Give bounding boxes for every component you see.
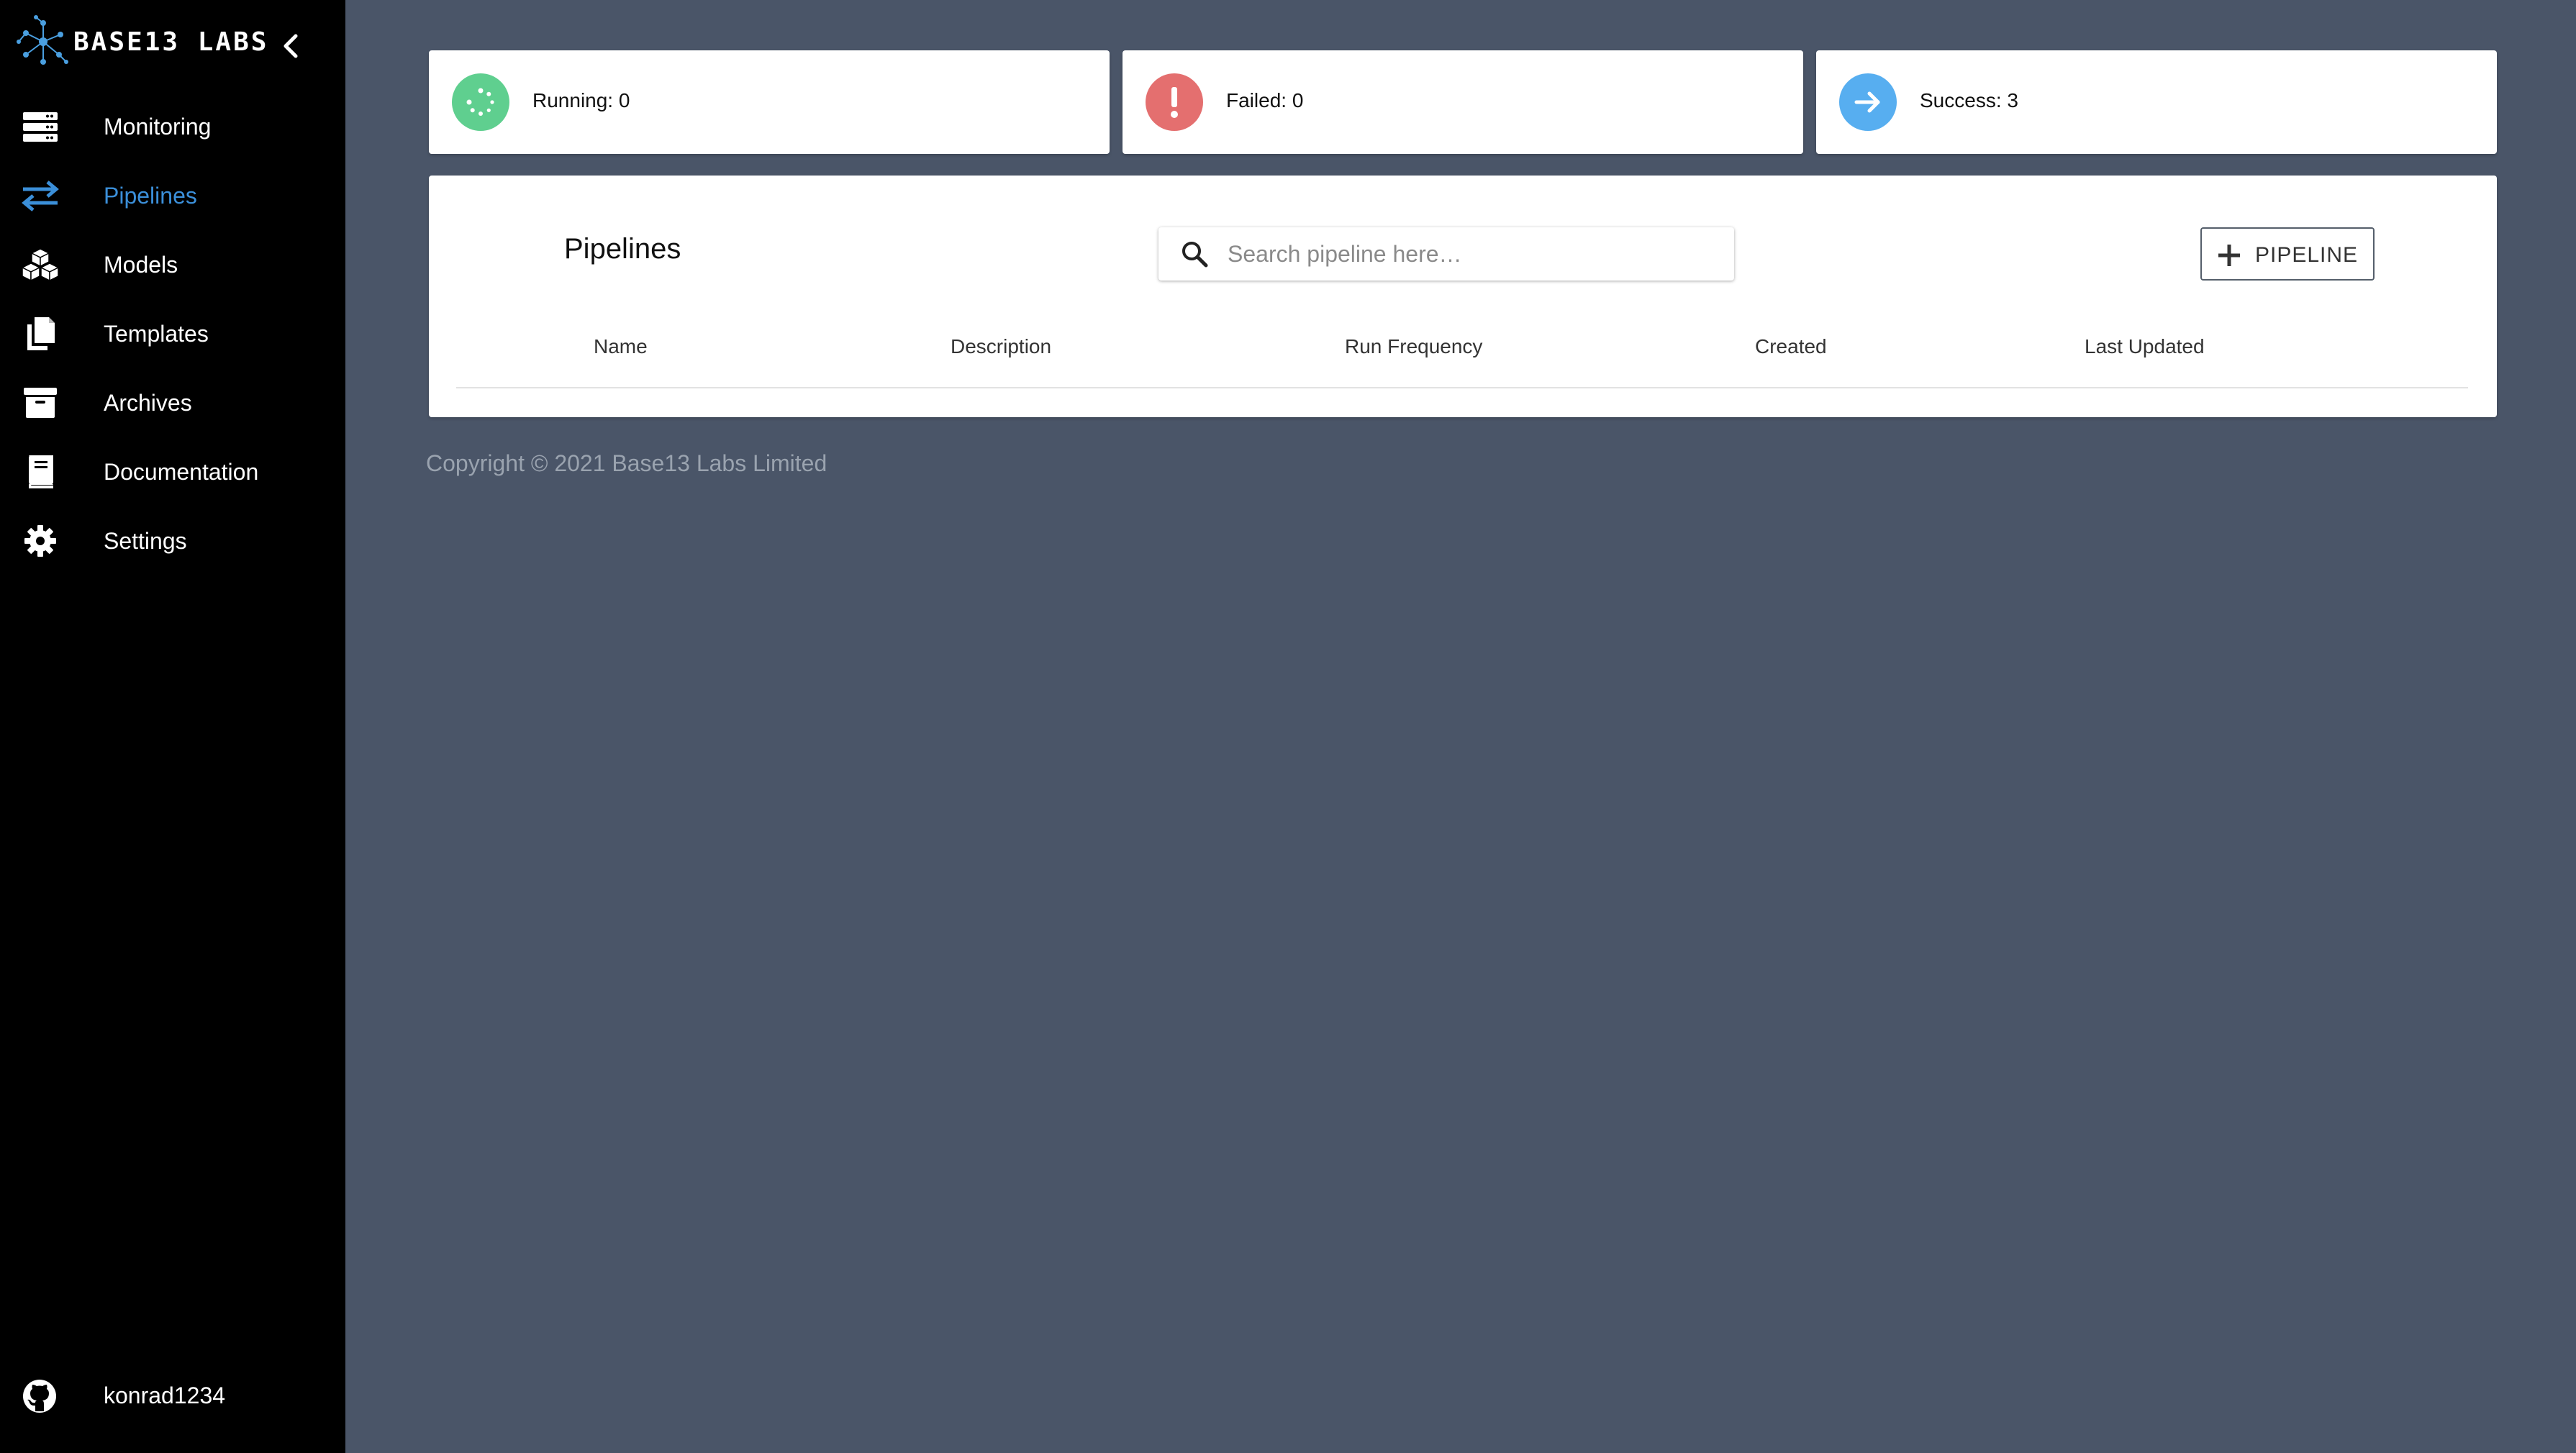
copyright-text: Copyright © 2021 Base13 Labs Limited bbox=[426, 450, 827, 476]
sidebar-item-label: Pipelines bbox=[104, 182, 197, 209]
chevron-left-icon bbox=[284, 34, 298, 58]
search-input[interactable] bbox=[1228, 227, 1717, 281]
sidebar-item-monitoring[interactable]: Monitoring bbox=[0, 92, 345, 161]
failed-count: Failed: 0 bbox=[1226, 89, 1304, 111]
cubes-icon bbox=[20, 247, 60, 282]
sidebar-item-label: Settings bbox=[104, 527, 187, 554]
running-count: Running: 0 bbox=[532, 89, 630, 111]
pipelines-panel: Pipelines PIPELINE Name Description Run … bbox=[429, 176, 2497, 417]
sidebar-item-archives[interactable]: Archives bbox=[0, 368, 345, 437]
sidebar-item-label: Monitoring bbox=[104, 113, 212, 140]
copy-icon bbox=[20, 316, 60, 351]
table-divider bbox=[456, 387, 2468, 388]
logo-icon bbox=[17, 15, 68, 65]
book-icon bbox=[20, 455, 60, 489]
search-box[interactable] bbox=[1158, 227, 1734, 281]
sidebar-item-label: Archives bbox=[104, 389, 192, 416]
arrow-right-icon bbox=[1839, 73, 1897, 131]
brand[interactable]: BASE13 LABS bbox=[14, 13, 268, 70]
github-icon bbox=[23, 1380, 56, 1413]
sidebar: BASE13 LABS Monitoring Pipelines Models … bbox=[0, 0, 345, 1453]
success-status-card: Success: 3 bbox=[1816, 50, 2497, 154]
username: konrad1234 bbox=[104, 1383, 226, 1408]
spinner-icon bbox=[452, 73, 509, 131]
collapse-sidebar-button[interactable] bbox=[272, 26, 309, 66]
exclamation-icon bbox=[1146, 73, 1203, 131]
server-icon bbox=[20, 109, 60, 144]
swap-arrows-icon bbox=[20, 178, 60, 213]
sidebar-item-settings[interactable]: Settings bbox=[0, 506, 345, 575]
add-pipeline-label: PIPELINE bbox=[2255, 243, 2359, 267]
column-header-description[interactable]: Description bbox=[951, 335, 1051, 358]
column-header-created[interactable]: Created bbox=[1755, 335, 1827, 358]
sidebar-item-label: Documentation bbox=[104, 458, 259, 485]
sidebar-item-label: Templates bbox=[104, 320, 209, 347]
search-icon bbox=[1182, 242, 1208, 268]
gear-icon bbox=[20, 524, 60, 558]
sidebar-item-pipelines[interactable]: Pipelines bbox=[0, 161, 345, 230]
sidebar-item-label: Models bbox=[104, 251, 178, 278]
running-status-card: Running: 0 bbox=[429, 50, 1110, 154]
add-pipeline-button[interactable]: PIPELINE bbox=[2200, 227, 2375, 281]
sidebar-item-documentation[interactable]: Documentation bbox=[0, 437, 345, 506]
success-count: Success: 3 bbox=[1920, 89, 2018, 111]
sidebar-item-templates[interactable]: Templates bbox=[0, 299, 345, 368]
failed-status-card: Failed: 0 bbox=[1123, 50, 1803, 154]
column-header-name[interactable]: Name bbox=[594, 335, 648, 358]
plus-icon bbox=[2218, 245, 2240, 266]
column-header-last-updated[interactable]: Last Updated bbox=[2085, 335, 2205, 358]
user-account[interactable]: konrad1234 bbox=[0, 1361, 345, 1430]
sidebar-item-models[interactable]: Models bbox=[0, 230, 345, 299]
column-header-run-frequency[interactable]: Run Frequency bbox=[1345, 335, 1482, 358]
brand-name: BASE13 LABS bbox=[73, 27, 269, 57]
app-root: BASE13 LABS Monitoring Pipelines Models … bbox=[0, 0, 2576, 1453]
archive-icon bbox=[20, 386, 60, 420]
panel-title: Pipelines bbox=[564, 233, 681, 265]
